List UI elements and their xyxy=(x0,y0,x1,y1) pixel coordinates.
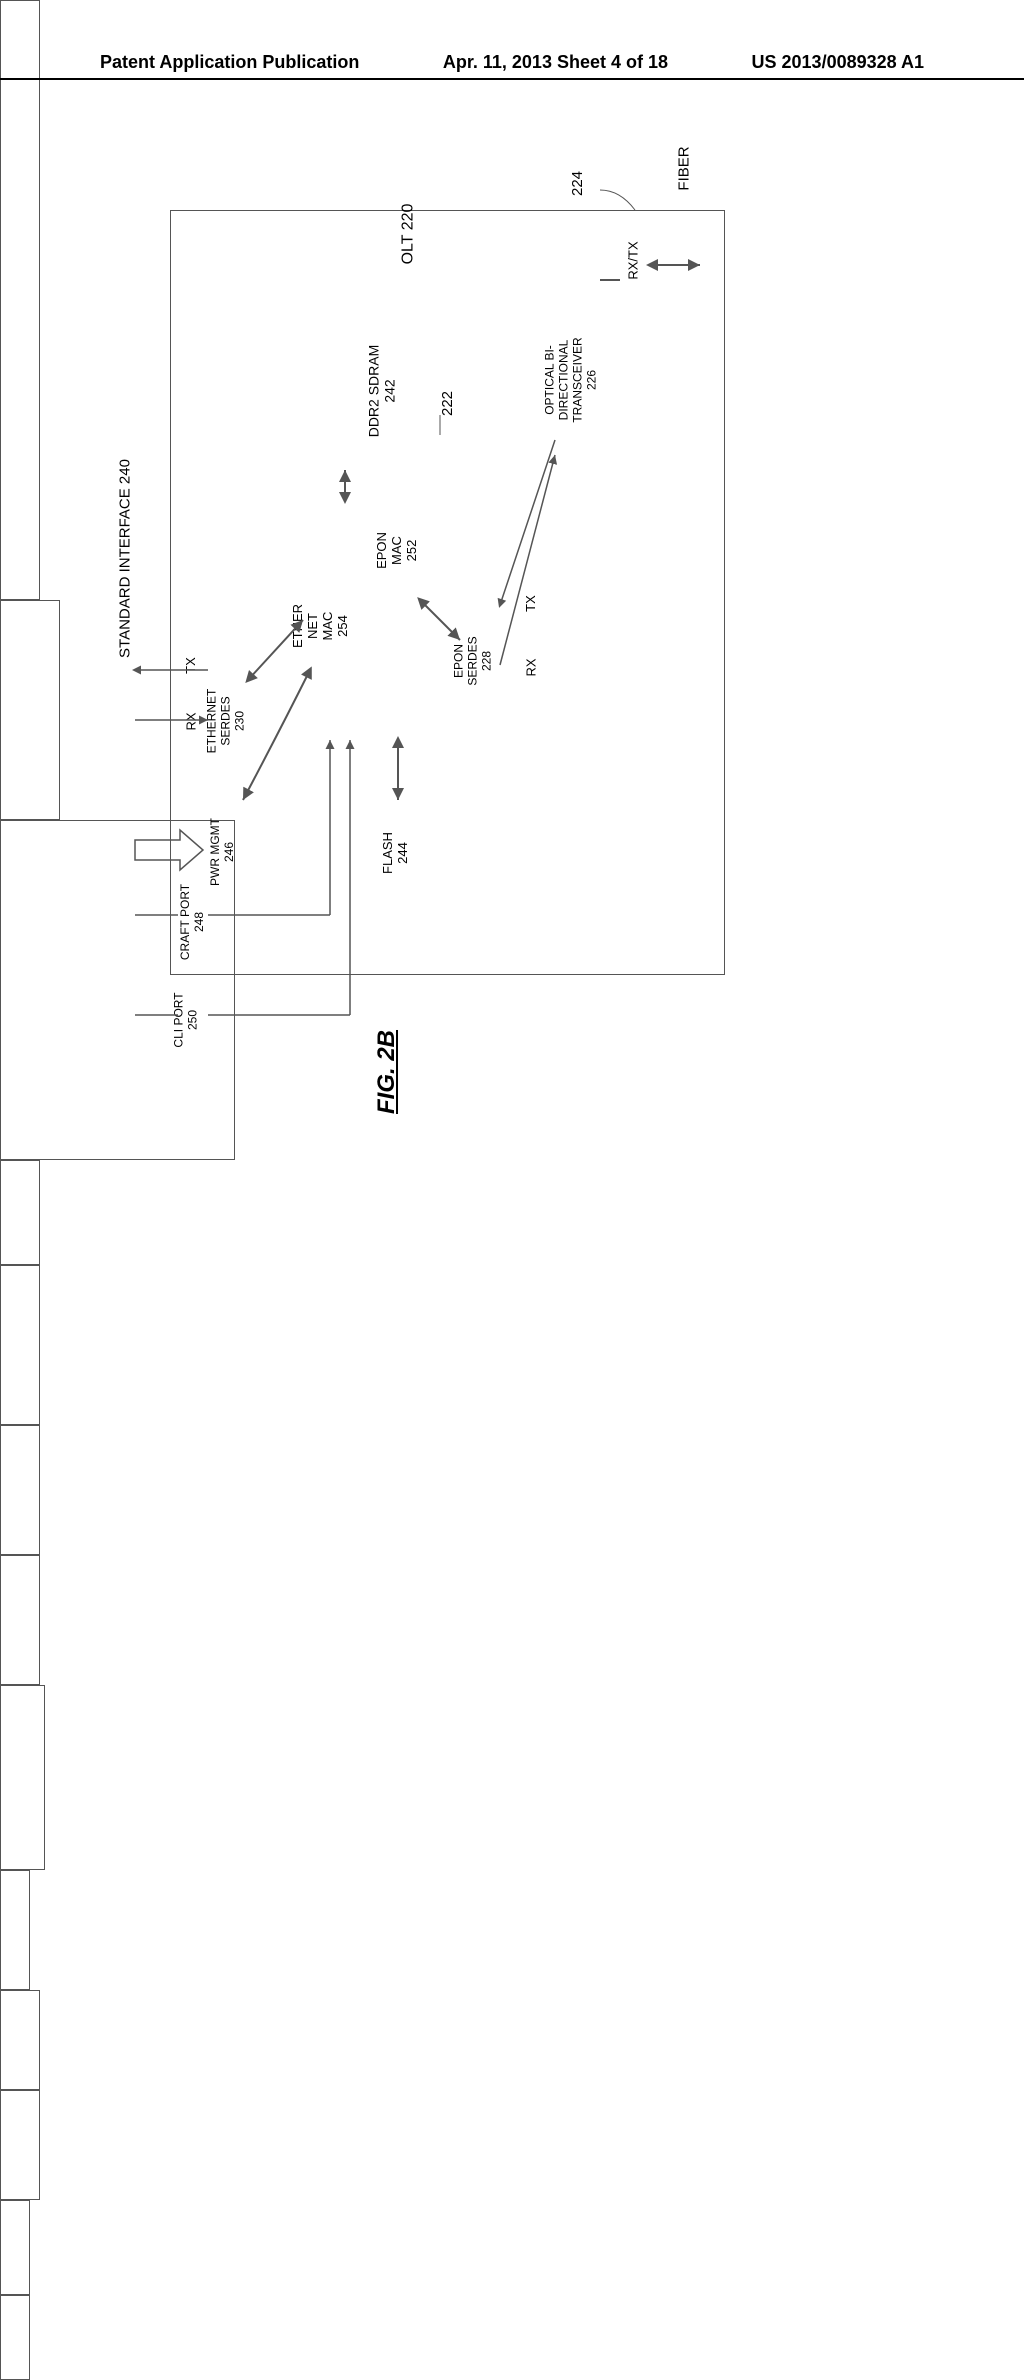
ethernet-serdes-label: ETHERNET SERDES 230 xyxy=(204,689,246,754)
optical-transceiver-box xyxy=(0,1685,45,1870)
ethernet-mac-label: ETHER NET MAC 254 xyxy=(290,604,350,648)
header-center: Apr. 11, 2013 Sheet 4 of 18 xyxy=(443,52,668,73)
epon-mac-label: EPON MAC 252 xyxy=(374,532,419,569)
pwr-mgmt-label: PWR MGMT 246 xyxy=(208,818,236,886)
ddr2-label: DDR2 SDRAM 242 xyxy=(365,345,397,438)
header-left: Patent Application Publication xyxy=(100,52,359,73)
ethernet-mac-box xyxy=(0,1160,40,1265)
cli-port-label: CLI PORT 250 xyxy=(172,992,200,1047)
tx-label-1: TX xyxy=(183,657,198,674)
flash-box xyxy=(0,1990,40,2090)
header: Patent Application Publication Apr. 11, … xyxy=(0,78,1024,101)
ddr2-box xyxy=(0,600,60,820)
craft-port-box xyxy=(0,2200,30,2295)
ref-224: 224 xyxy=(569,171,586,196)
flash-label: FLASH 244 xyxy=(380,832,410,874)
epon-serdes-box xyxy=(0,1555,40,1685)
rxtx-box xyxy=(0,1870,30,1990)
ethernet-serdes-box xyxy=(0,1425,40,1555)
standard-interface-label: STANDARD INTERFACE 240 xyxy=(117,444,134,674)
epon-serdes-label: EPON SERDES 228 xyxy=(452,636,494,685)
rx-label-2: RX xyxy=(524,658,539,676)
fiber-label: FIBER xyxy=(676,146,693,190)
cli-port-box xyxy=(0,2295,30,2380)
page: Patent Application Publication Apr. 11, … xyxy=(0,0,1024,1320)
rx-label-1: RX xyxy=(184,712,199,730)
pwr-mgmt-box xyxy=(0,2090,40,2200)
ref-222: 222 xyxy=(439,391,456,416)
tx-label-2: TX xyxy=(523,595,538,612)
craft-port-label: CRAFT PORT 248 xyxy=(178,884,206,960)
olt-box xyxy=(170,210,725,975)
olt-label: OLT 220 xyxy=(399,204,417,265)
optical-transceiver-label: OPTICAL BI- DIRECTIONAL TRANSCEIVER 226 xyxy=(543,337,599,422)
epon-mac-box xyxy=(0,1265,40,1425)
rxtx-label: RX/TX xyxy=(626,241,641,279)
figure-label: FIG. 2B xyxy=(373,1030,401,1114)
header-right: US 2013/0089328 A1 xyxy=(752,52,924,73)
